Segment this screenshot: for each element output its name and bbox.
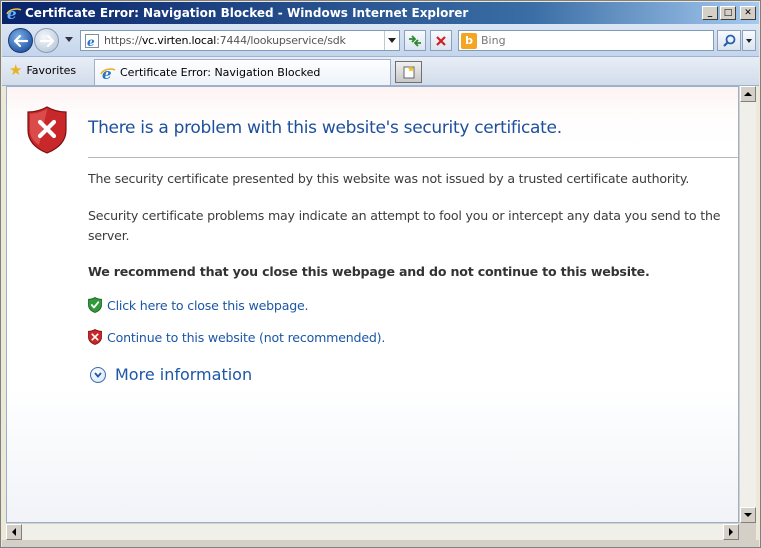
close-button[interactable]: ✕: [740, 6, 756, 20]
star-icon: ★: [9, 61, 23, 79]
chevron-down-icon: [746, 38, 752, 43]
refresh-icon: [409, 34, 421, 47]
more-information-toggle[interactable]: More information: [90, 365, 252, 384]
magnifier-icon: [722, 34, 735, 47]
arrow-down-icon: [744, 513, 752, 517]
maximize-button[interactable]: □: [720, 6, 736, 20]
security-warning: Security certificate problems may indica…: [88, 208, 721, 243]
back-button[interactable]: [8, 28, 33, 53]
scroll-down-button[interactable]: [740, 507, 756, 523]
tab-title: Certificate Error: Navigation Blocked: [120, 66, 321, 79]
address-dropdown-button[interactable]: [384, 31, 399, 50]
forward-arrow-icon: [39, 34, 54, 47]
navigation-bar: e https://vc.virten.local:7444/lookupser…: [2, 24, 759, 57]
window-title: Certificate Error: Navigation Blocked - …: [25, 6, 469, 20]
forward-button[interactable]: [34, 28, 59, 53]
search-options-dropdown[interactable]: [742, 30, 756, 51]
page-content: There is a problem with this website's s…: [6, 86, 739, 523]
url-scheme: https://: [104, 34, 142, 47]
favorites-button[interactable]: ★ Favorites: [9, 63, 76, 78]
arrow-right-icon: [729, 528, 733, 536]
close-page-link-label: Click here to close this webpage.: [107, 297, 309, 313]
refresh-button[interactable]: [404, 30, 426, 51]
svg-text:e: e: [102, 65, 112, 81]
bing-icon: b: [461, 32, 477, 49]
scroll-up-button[interactable]: [740, 86, 756, 102]
divider: [88, 157, 738, 158]
stop-button[interactable]: [430, 30, 452, 51]
browser-window: e Certificate Error: Navigation Blocked …: [0, 0, 761, 548]
scrollbar-corner: [739, 523, 756, 540]
search-box[interactable]: b Bing: [458, 30, 714, 51]
status-bar: [2, 540, 759, 547]
scroll-left-button[interactable]: [6, 524, 22, 540]
tab-certificate-error[interactable]: e Certificate Error: Navigation Blocked: [94, 59, 391, 85]
ie-logo-icon: e: [6, 5, 22, 21]
back-arrow-icon: [13, 34, 28, 47]
address-url[interactable]: https://vc.virten.local:7444/lookupservi…: [104, 34, 384, 47]
arrow-left-icon: [12, 528, 16, 536]
ie-logo-icon: e: [100, 65, 116, 81]
url-path: :7444/lookupservice/sdk: [216, 34, 346, 47]
recommendation-text: We recommend that you close this webpage…: [88, 264, 650, 279]
tab-bar: ★ Favorites e Certificate Error: Navigat…: [2, 57, 759, 86]
continue-to-website-link[interactable]: Continue to this website (not recommende…: [88, 329, 385, 345]
minimize-button[interactable]: _: [702, 6, 718, 20]
vertical-scrollbar[interactable]: [739, 86, 756, 523]
svg-text:e: e: [7, 5, 17, 21]
new-tab-icon: [403, 66, 414, 79]
horizontal-scrollbar[interactable]: [6, 523, 739, 540]
more-information-label: More information: [115, 365, 253, 384]
scroll-right-button[interactable]: [723, 524, 739, 540]
url-host: vc.virten.local: [141, 34, 217, 47]
green-shield-check-icon: [88, 297, 102, 313]
chevron-down-circle-icon: [90, 366, 106, 383]
certificate-explanation: The security certificate presented by th…: [88, 171, 690, 186]
favorites-label: Favorites: [26, 64, 77, 77]
continue-link-label: Continue to this website (not recommende…: [107, 329, 386, 345]
search-input[interactable]: Bing: [481, 34, 506, 47]
chevron-down-icon: [388, 38, 396, 43]
red-shield-x-icon: [27, 106, 67, 154]
svg-text:e: e: [87, 35, 95, 48]
ie-page-icon: e: [84, 33, 100, 49]
recent-pages-dropdown[interactable]: [65, 37, 73, 42]
red-shield-x-small-icon: [88, 329, 102, 345]
arrow-up-icon: [744, 92, 752, 96]
page-title: There is a problem with this website's s…: [88, 118, 562, 138]
search-button[interactable]: [717, 30, 741, 51]
title-bar[interactable]: e Certificate Error: Navigation Blocked …: [2, 2, 759, 24]
close-page-link[interactable]: Click here to close this webpage.: [88, 297, 309, 313]
new-tab-button[interactable]: [395, 61, 422, 83]
stop-x-icon: [436, 35, 446, 46]
address-bar[interactable]: e https://vc.virten.local:7444/lookupser…: [80, 30, 400, 51]
